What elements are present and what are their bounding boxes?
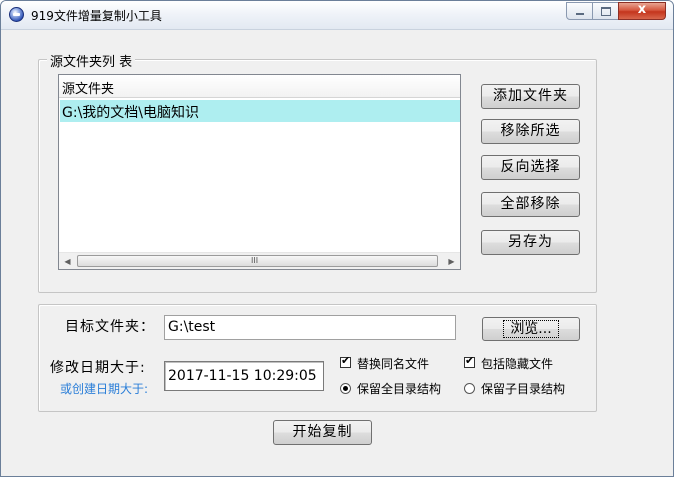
source-folder-list[interactable]: 源文件夹 G:\我的文档\电脑知识 ◀ III ▶ — [58, 74, 461, 270]
minimize-button[interactable] — [566, 2, 593, 20]
include-hidden-checkbox[interactable] — [464, 354, 475, 368]
modified-date-label: 修改日期大于: — [50, 360, 146, 376]
window-title: 919文件增量复制小工具 — [31, 9, 162, 23]
include-hidden-label[interactable]: 包括隐藏文件 — [481, 355, 553, 372]
keep-sub-structure-label[interactable]: 保留子目录结构 — [481, 380, 565, 397]
maximize-button[interactable] — [592, 2, 619, 20]
created-date-label: 或创建日期大于: — [60, 382, 149, 396]
grip-icon: III — [251, 256, 259, 265]
target-folder-label: 目标文件夹： — [65, 319, 155, 335]
browse-button[interactable]: 浏览... — [482, 317, 580, 341]
app-icon — [9, 7, 24, 22]
scroll-left-icon[interactable]: ◀ — [59, 253, 76, 269]
horizontal-scrollbar[interactable]: ◀ III ▶ — [59, 252, 460, 269]
list-column-header[interactable]: 源文件夹 — [59, 75, 460, 98]
close-button[interactable]: x — [618, 2, 666, 20]
start-copy-button[interactable]: 开始复制 — [273, 420, 372, 445]
keep-full-structure-label[interactable]: 保留全目录结构 — [357, 380, 441, 397]
source-group-legend: 源文件夹列 表 — [47, 51, 136, 70]
replace-same-name-label[interactable]: 替换同名文件 — [357, 355, 429, 372]
keep-full-structure-radio[interactable] — [340, 383, 351, 394]
scrollbar-thumb[interactable]: III — [77, 255, 438, 267]
date-input[interactable]: 2017-11-15 10:29:05 — [164, 361, 324, 391]
replace-same-name-checkbox[interactable] — [340, 354, 351, 368]
browse-button-label: 浏览... — [503, 320, 559, 338]
scroll-right-icon[interactable]: ▶ — [443, 253, 460, 269]
column-header-label: 源文件夹 — [62, 82, 115, 97]
keep-sub-structure-radio[interactable] — [464, 383, 475, 394]
add-folder-button[interactable]: 添加文件夹 — [481, 84, 580, 109]
save-as-button[interactable]: 另存为 — [481, 230, 580, 255]
target-folder-input[interactable]: G:\test — [164, 315, 456, 340]
remove-selected-button[interactable]: 移除所选 — [481, 119, 580, 144]
title-bar[interactable]: 919文件增量复制小工具 x — [1, 1, 673, 30]
app-window: 919文件增量复制小工具 x 源文件夹列 表 源文件夹 G:\我的文档\电脑知识… — [0, 0, 674, 477]
invert-selection-button[interactable]: 反向选择 — [481, 155, 580, 180]
list-item-label: G:\我的文档\电脑知识 — [62, 105, 199, 121]
remove-all-button[interactable]: 全部移除 — [481, 192, 580, 217]
close-icon: x — [637, 2, 647, 17]
list-item[interactable]: G:\我的文档\电脑知识 — [60, 100, 460, 122]
